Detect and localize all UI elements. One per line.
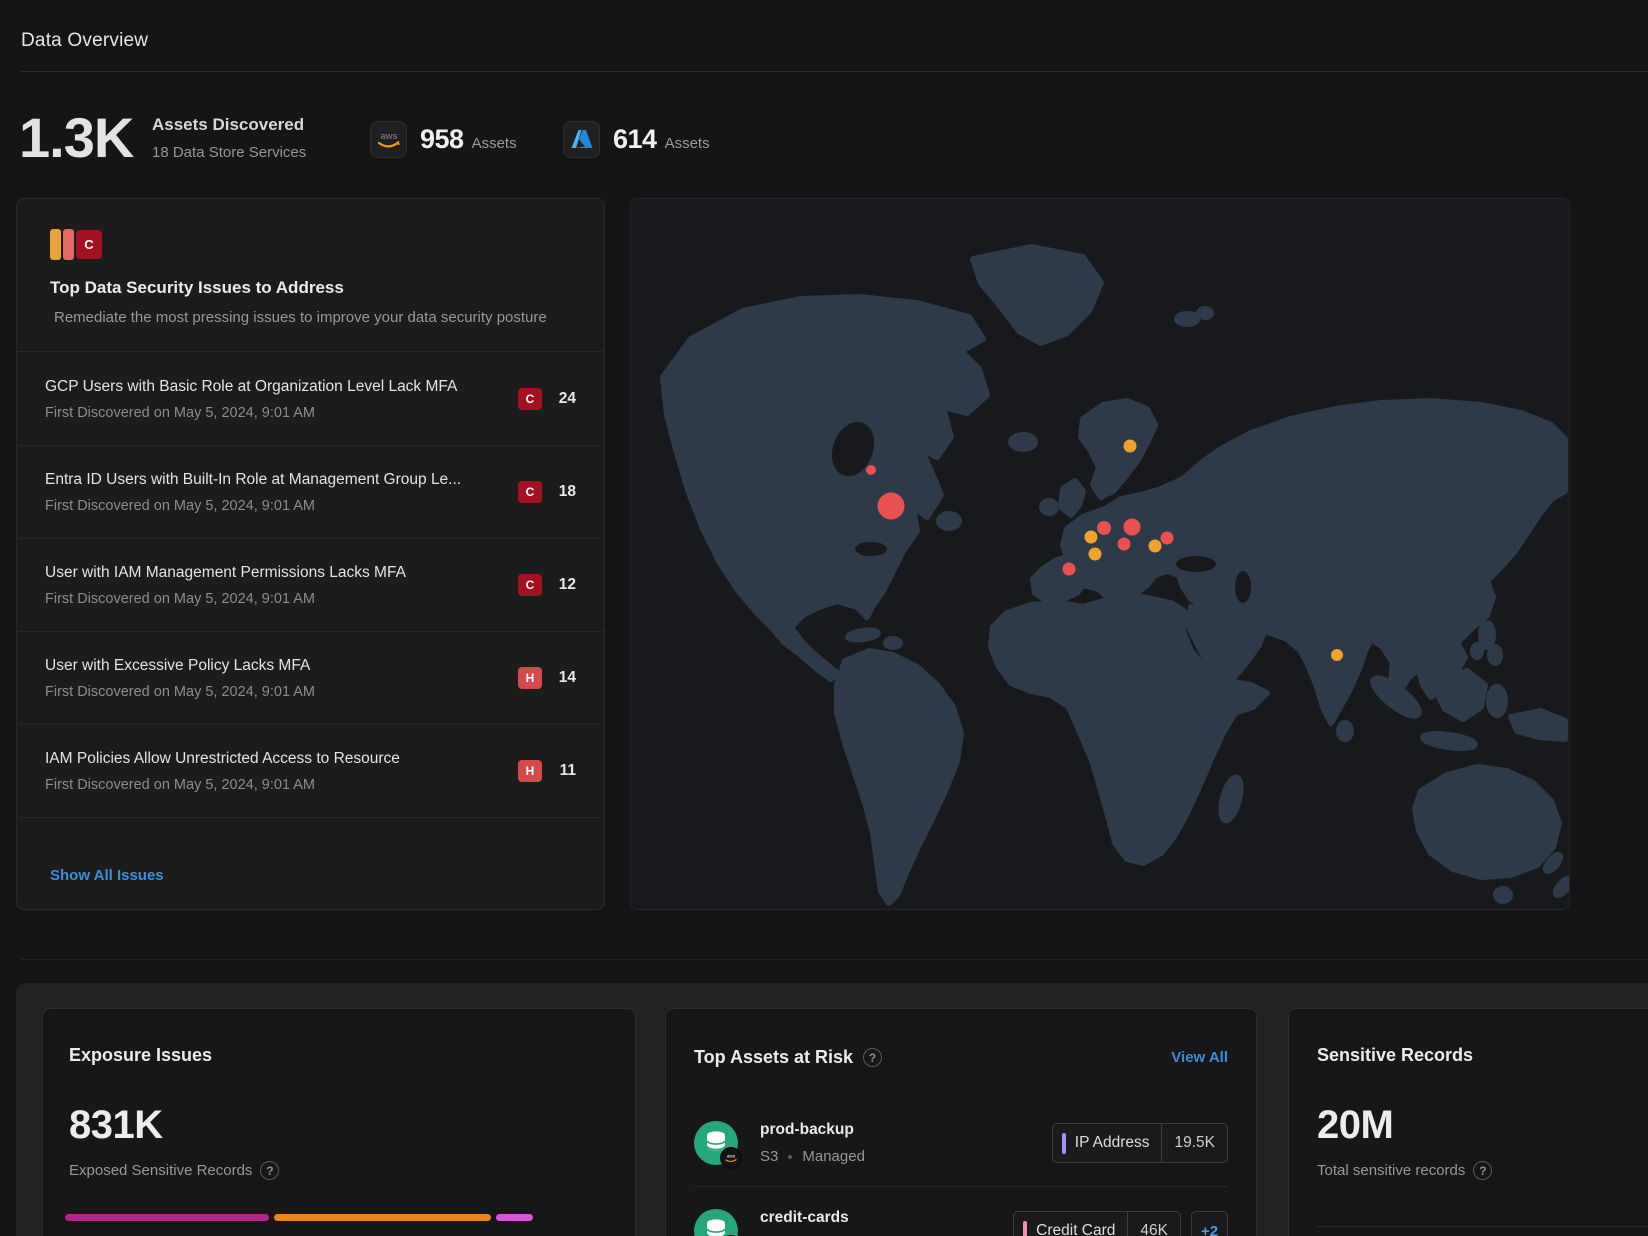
exposure-bar-segment [496, 1214, 534, 1221]
aws-asset-count: 958 [420, 124, 464, 154]
more-tags-badge[interactable]: +2 [1191, 1211, 1228, 1236]
assets-discovered-count: 1.3K [19, 110, 133, 166]
azure-asset-count: 614 [613, 124, 657, 154]
exposure-distribution-bar [65, 1214, 535, 1221]
exposure-bar-segment [65, 1214, 269, 1221]
map-marker-red[interactable] [1161, 532, 1174, 545]
map-marker-red[interactable] [1063, 563, 1076, 576]
severity-stack-icon: C [50, 229, 102, 260]
issue-date: First Discovered on May 5, 2024, 9:01 AM [45, 498, 504, 514]
issue-row[interactable]: IAM Policies Allow Unrestricted Access t… [17, 725, 604, 818]
azure-assets-stat: 614 Assets [563, 121, 710, 158]
help-icon[interactable]: ? [1473, 1161, 1492, 1180]
aws-icon: aws [370, 121, 407, 158]
aws-asset-unit: Assets [472, 135, 517, 152]
top-assets-at-risk-card: Top Assets at Risk ? View All aws [665, 1008, 1257, 1236]
exposure-issues-value: 831K [69, 1103, 163, 1148]
dot-separator [788, 1155, 792, 1159]
asset-row[interactable]: aws credit-cards S3 Managed Credit Card … [694, 1187, 1228, 1236]
sensitive-records-label: Total sensitive records [1317, 1162, 1465, 1179]
world-map [631, 199, 1570, 910]
issue-date: First Discovered on May 5, 2024, 9:01 AM [45, 684, 504, 700]
tag-value: 19.5K [1161, 1124, 1227, 1162]
exposure-issues-label: Exposed Sensitive Records [69, 1162, 252, 1179]
world-map-card [630, 198, 1570, 910]
tag-accent-bar [1062, 1133, 1066, 1154]
map-marker-red[interactable] [866, 465, 876, 475]
datastore-icon: aws [694, 1121, 738, 1165]
view-all-link[interactable]: View All [1171, 1049, 1228, 1066]
map-marker-orange[interactable] [1085, 531, 1098, 544]
asset-type: S3 [760, 1148, 778, 1165]
sensitive-records-value: 20M [1317, 1103, 1393, 1148]
severity-badge: C [518, 388, 542, 410]
issue-row[interactable]: User with Excessive Policy Lacks MFA Fir… [17, 632, 604, 725]
issue-count: 11 [542, 762, 576, 780]
asset-name: prod-backup [760, 1121, 1052, 1139]
severity-badge: C [518, 574, 542, 596]
severity-badge: H [518, 760, 542, 782]
asset-row[interactable]: aws prod-backup S3 Managed IP Address 19… [694, 1099, 1228, 1187]
issue-date: First Discovered on May 5, 2024, 9:01 AM [45, 405, 504, 421]
issue-date: First Discovered on May 5, 2024, 9:01 AM [45, 777, 504, 793]
top-issues-card: C Top Data Security Issues to Address Re… [16, 198, 605, 910]
issue-title: User with Excessive Policy Lacks MFA [45, 657, 504, 675]
sensitive-records-title: Sensitive Records [1317, 1045, 1473, 1066]
top-issues-subtitle: Remediate the most pressing issues to im… [54, 309, 547, 326]
assets-discovered-label: Assets Discovered [152, 115, 304, 135]
issue-title: GCP Users with Basic Role at Organizatio… [45, 378, 504, 396]
tag-label: Credit Card [1036, 1222, 1115, 1236]
data-store-services-label: 18 Data Store Services [152, 144, 306, 161]
sensitive-data-tag: Credit Card 46K [1013, 1211, 1181, 1236]
issue-row[interactable]: User with IAM Management Permissions Lac… [17, 539, 604, 632]
map-marker-red[interactable] [1097, 521, 1111, 535]
map-marker-orange[interactable] [1089, 548, 1102, 561]
map-marker-orange[interactable] [1149, 540, 1162, 553]
issue-row[interactable]: GCP Users with Basic Role at Organizatio… [17, 353, 604, 446]
map-marker-red[interactable] [1124, 519, 1141, 536]
page-title: Data Overview [21, 30, 148, 52]
issue-count: 24 [542, 390, 576, 408]
azure-icon [563, 121, 600, 158]
aws-assets-stat: aws 958 Assets [370, 121, 517, 158]
issue-title: Entra ID Users with Built-In Role at Man… [45, 471, 504, 489]
help-icon[interactable]: ? [260, 1161, 279, 1180]
exposure-issues-title: Exposure Issues [69, 1045, 212, 1066]
sensitive-records-card: Sensitive Records 20M Total sensitive re… [1288, 1008, 1648, 1236]
top-issues-title: Top Data Security Issues to Address [50, 278, 344, 298]
exposure-bar-segment [274, 1214, 490, 1221]
asset-name: credit-cards [760, 1209, 1013, 1227]
svg-text:aws: aws [727, 1154, 736, 1159]
issue-count: 14 [542, 669, 576, 687]
datastore-icon: aws [694, 1209, 738, 1236]
tag-accent-bar [1023, 1221, 1027, 1236]
help-icon[interactable]: ? [863, 1048, 882, 1067]
records-divider [1317, 1226, 1648, 1227]
severity-badge: H [518, 667, 542, 689]
azure-asset-unit: Assets [665, 135, 710, 152]
show-all-issues-link[interactable]: Show All Issues [50, 867, 164, 884]
severity-badge: C [518, 481, 542, 503]
top-assets-title: Top Assets at Risk [694, 1047, 853, 1068]
tag-label: IP Address [1075, 1134, 1150, 1152]
sensitive-data-tag: IP Address 19.5K [1052, 1123, 1228, 1163]
map-marker-red[interactable] [878, 493, 905, 520]
issue-title: User with IAM Management Permissions Lac… [45, 564, 504, 582]
issue-count: 12 [542, 576, 576, 594]
section-divider [21, 959, 1648, 960]
issue-title: IAM Policies Allow Unrestricted Access t… [45, 750, 504, 768]
map-marker-red[interactable] [1118, 538, 1131, 551]
asset-status: Managed [802, 1148, 865, 1165]
top-issues-header: C Top Data Security Issues to Address Re… [17, 199, 604, 352]
tag-value: 46K [1127, 1212, 1180, 1236]
svg-text:aws: aws [380, 131, 397, 141]
exposure-issues-card: Exposure Issues 831K Exposed Sensitive R… [42, 1008, 636, 1236]
map-marker-orange[interactable] [1331, 649, 1343, 661]
map-marker-orange[interactable] [1124, 440, 1137, 453]
issue-row[interactable]: Entra ID Users with Built-In Role at Man… [17, 446, 604, 539]
issue-count: 18 [542, 483, 576, 501]
aws-mini-badge-icon: aws [720, 1147, 742, 1169]
header-divider [21, 71, 1648, 72]
issue-date: First Discovered on May 5, 2024, 9:01 AM [45, 591, 504, 607]
